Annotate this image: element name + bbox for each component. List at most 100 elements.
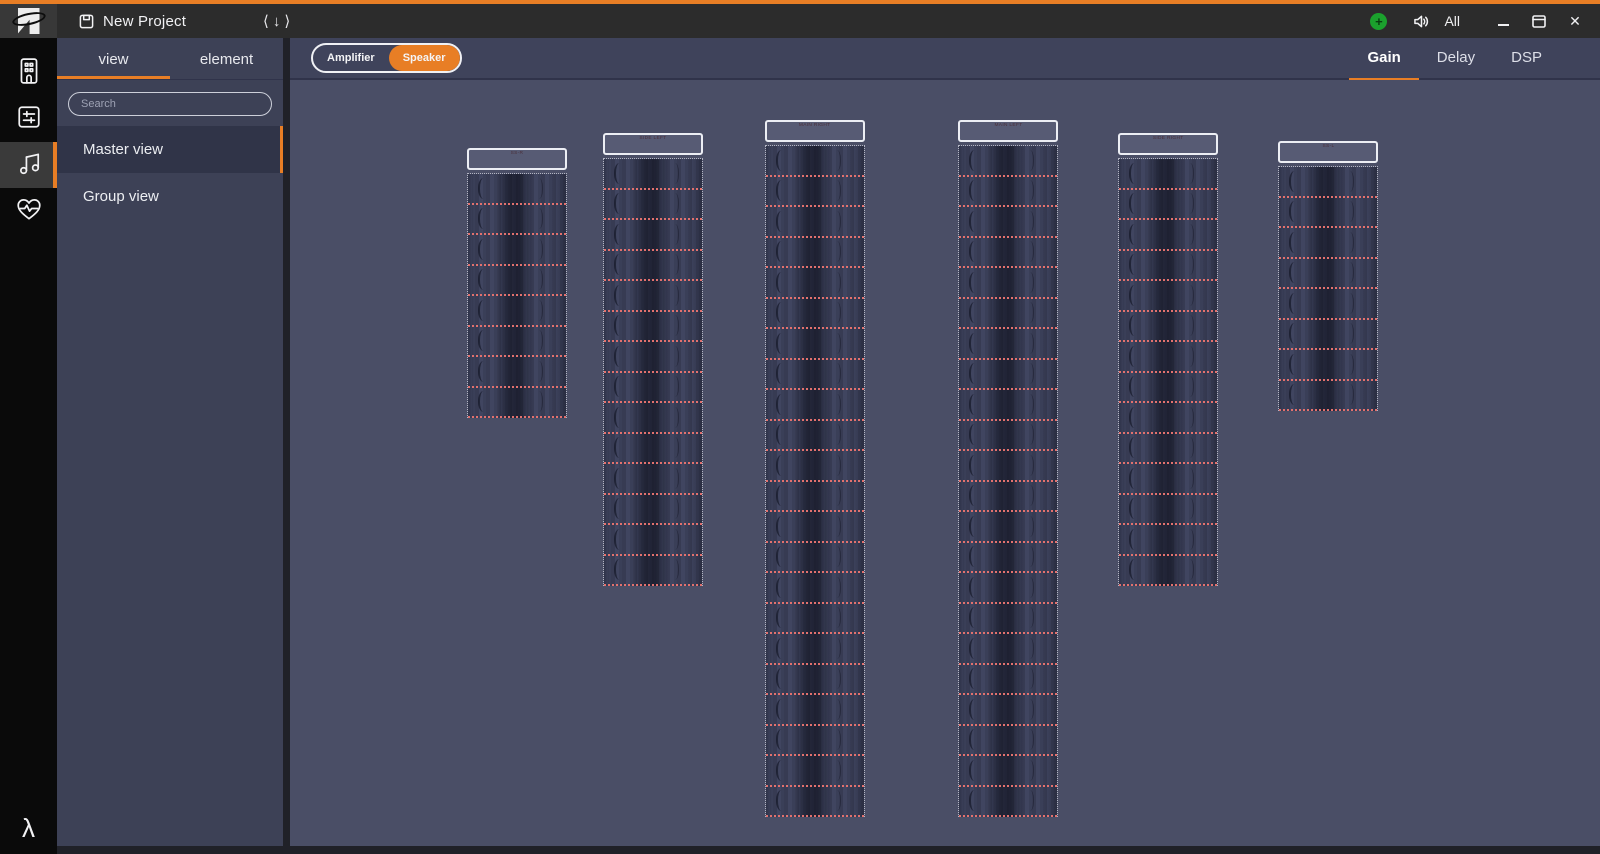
speaker-module[interactable]	[959, 695, 1057, 726]
speaker-module[interactable]	[1279, 198, 1377, 229]
speaker-module[interactable]	[1119, 403, 1217, 434]
minimize-button[interactable]	[1492, 10, 1514, 32]
speaker-module[interactable]	[468, 205, 566, 236]
speaker-module[interactable]	[959, 787, 1057, 818]
speaker-module[interactable]	[959, 512, 1057, 543]
speaker-module[interactable]	[604, 556, 702, 587]
speaker-module[interactable]	[1119, 312, 1217, 343]
speaker-module[interactable]	[604, 220, 702, 251]
speaker-module[interactable]	[468, 327, 566, 358]
speaker-module[interactable]	[604, 403, 702, 434]
speaker-module[interactable]	[766, 177, 864, 208]
audio-zone-label[interactable]: All	[1444, 13, 1460, 29]
speaker-module[interactable]	[1119, 373, 1217, 404]
speaker-module[interactable]	[766, 329, 864, 360]
speaker-module[interactable]	[959, 421, 1057, 452]
speaker-module[interactable]	[604, 464, 702, 495]
speaker-module[interactable]	[959, 543, 1057, 574]
speaker-module[interactable]	[766, 268, 864, 299]
sidebar-item-master-view[interactable]: Master view	[57, 126, 283, 173]
speaker-module[interactable]	[1279, 381, 1377, 412]
maximize-button[interactable]	[1528, 10, 1550, 32]
speaker-module[interactable]	[959, 268, 1057, 299]
speaker-module[interactable]	[1119, 190, 1217, 221]
speaker-module[interactable]	[604, 251, 702, 282]
speaker-module[interactable]	[1279, 167, 1377, 198]
array-header[interactable]: MAIN LEFT	[958, 120, 1058, 142]
speaker-module[interactable]	[604, 434, 702, 465]
speaker-module[interactable]	[1119, 495, 1217, 526]
speaker-module[interactable]	[959, 634, 1057, 665]
speaker-module[interactable]	[604, 281, 702, 312]
speaker-module[interactable]	[766, 543, 864, 574]
speaker-module[interactable]	[1119, 556, 1217, 587]
speaker-module[interactable]	[766, 482, 864, 513]
speaker-module[interactable]	[766, 299, 864, 330]
arrow-down-icon[interactable]: ↓	[272, 13, 282, 30]
tab-gain[interactable]: Gain	[1349, 37, 1418, 81]
speaker-module[interactable]	[604, 373, 702, 404]
speaker-module[interactable]	[959, 451, 1057, 482]
toggle-speaker[interactable]: Speaker	[389, 45, 460, 71]
speaker-module[interactable]	[959, 726, 1057, 757]
status-add-badge[interactable]: +	[1370, 13, 1387, 30]
speaker-module[interactable]	[959, 482, 1057, 513]
speaker-module[interactable]	[959, 604, 1057, 635]
speaker-module[interactable]	[766, 421, 864, 452]
close-button[interactable]: ✕	[1564, 10, 1586, 32]
speaker-module[interactable]	[1279, 228, 1377, 259]
toggle-amplifier[interactable]: Amplifier	[313, 45, 389, 71]
speaker-module[interactable]	[766, 573, 864, 604]
speaker-module[interactable]	[1279, 320, 1377, 351]
speaker-module[interactable]	[766, 726, 864, 757]
speaker-module[interactable]	[1119, 159, 1217, 190]
speaker-module[interactable]	[959, 329, 1057, 360]
speaker-module[interactable]	[766, 695, 864, 726]
save-icon[interactable]	[79, 14, 94, 29]
speaker-module[interactable]	[766, 207, 864, 238]
speaker-module[interactable]	[1119, 220, 1217, 251]
search-input[interactable]	[68, 92, 272, 116]
speaker-module[interactable]	[604, 525, 702, 556]
lambda-icon[interactable]: λ	[0, 802, 57, 854]
speaker-module[interactable]	[959, 665, 1057, 696]
speaker-module[interactable]	[468, 235, 566, 266]
array-header[interactable]: MAIN RIGHT	[765, 120, 865, 142]
speaker-module[interactable]	[468, 388, 566, 419]
speaker-module[interactable]	[766, 665, 864, 696]
speaker-module[interactable]	[766, 512, 864, 543]
speaker-module[interactable]	[1279, 350, 1377, 381]
speaker-module[interactable]	[604, 495, 702, 526]
speaker-module[interactable]	[468, 174, 566, 205]
speaker-module[interactable]	[766, 756, 864, 787]
speaker-module[interactable]	[1279, 289, 1377, 320]
mode-toggle[interactable]: Amplifier Speaker	[311, 43, 462, 73]
speaker-module[interactable]	[1279, 259, 1377, 290]
sidebar-item-monitoring[interactable]	[0, 188, 57, 234]
chevron-right-icon[interactable]: ⟩	[283, 12, 291, 30]
speaker-module[interactable]	[604, 312, 702, 343]
tab-element[interactable]: element	[170, 38, 283, 79]
speaker-module[interactable]	[959, 360, 1057, 391]
speaker-module[interactable]	[959, 177, 1057, 208]
speaker-module[interactable]	[1119, 251, 1217, 282]
speaker-module[interactable]	[468, 266, 566, 297]
sidebar-item-amplifier-settings[interactable]	[0, 96, 57, 142]
speaker-module[interactable]	[766, 238, 864, 269]
speaker-module[interactable]	[766, 390, 864, 421]
speaker-module[interactable]	[959, 573, 1057, 604]
tab-delay[interactable]: Delay	[1419, 37, 1493, 81]
tab-view[interactable]: view	[57, 38, 170, 79]
speaker-module[interactable]	[766, 360, 864, 391]
speaker-module[interactable]	[1119, 434, 1217, 465]
speaker-module[interactable]	[959, 207, 1057, 238]
speaker-module[interactable]	[766, 787, 864, 818]
speaker-module[interactable]	[959, 756, 1057, 787]
tab-dsp[interactable]: DSP	[1493, 37, 1560, 81]
speaker-module[interactable]	[1119, 281, 1217, 312]
sidebar-item-group-view[interactable]: Group view	[57, 173, 283, 220]
speaker-module[interactable]	[1119, 525, 1217, 556]
panel-collapse-arrows[interactable]: ⟨ ↓ ⟩	[262, 4, 291, 38]
speaker-module[interactable]	[468, 296, 566, 327]
speaker-module[interactable]	[766, 451, 864, 482]
